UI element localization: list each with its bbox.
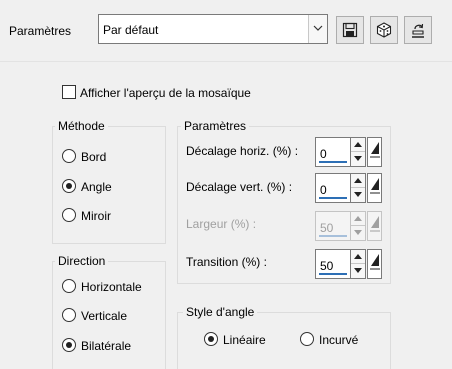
width-spinner: 50 <box>315 211 382 241</box>
decrement-icon[interactable] <box>351 188 365 202</box>
save-preset-button[interactable] <box>336 16 364 44</box>
stepper[interactable] <box>351 249 366 279</box>
reset-button[interactable] <box>404 16 432 44</box>
vertical-offset-spinner[interactable]: 0 <box>315 173 382 203</box>
chevron-down-icon[interactable] <box>308 15 327 43</box>
increment-icon[interactable] <box>351 174 365 188</box>
preset-toolbar: Paramètres Par défaut <box>0 0 452 62</box>
corner-style-group-title: Style d'angle <box>183 305 258 319</box>
direction-group-title: Direction <box>55 254 109 268</box>
value-bar <box>319 273 347 275</box>
radio-label: Incurvé <box>319 333 359 347</box>
vertical-offset-label: Décalage vert. (%) : <box>186 180 293 194</box>
width-value: 50 <box>320 221 334 235</box>
horizontal-offset-label: Décalage horiz. (%) : <box>186 144 299 158</box>
width-input: 50 <box>315 211 351 241</box>
value-bar <box>319 235 347 237</box>
transition-spinner[interactable]: 50 <box>315 249 382 279</box>
transition-input[interactable]: 50 <box>315 249 351 279</box>
preset-dropdown[interactable]: Par défaut <box>98 14 328 44</box>
horizontal-offset-input[interactable]: 0 <box>315 137 351 167</box>
slider-dropdown-icon[interactable] <box>367 173 382 203</box>
decrement-icon[interactable] <box>351 264 365 278</box>
slider-dropdown-icon[interactable] <box>367 137 382 167</box>
radio-bilaterale[interactable] <box>62 338 76 352</box>
method-group-title: Méthode <box>55 119 108 133</box>
horizontal-offset-value: 0 <box>320 147 327 161</box>
params-group-title: Paramètres <box>181 119 250 133</box>
preview-checkbox[interactable] <box>62 85 76 99</box>
horizontal-offset-spinner[interactable]: 0 <box>315 137 382 167</box>
radio-horizontale[interactable] <box>62 279 76 293</box>
transition-label: Transition (%) : <box>186 255 267 269</box>
radio-verticale[interactable] <box>62 308 76 322</box>
value-bar <box>319 161 347 163</box>
radio-label: Horizontale <box>81 280 142 294</box>
stepper <box>351 211 366 241</box>
radio-label: Bord <box>81 150 107 164</box>
preset-value: Par défaut <box>103 23 159 37</box>
radio-lineaire[interactable] <box>204 332 218 346</box>
preview-checkbox-label: Afficher l'aperçu de la mosaïque <box>80 86 251 100</box>
randomize-button[interactable] <box>370 16 398 44</box>
radio-label: Bilatérale <box>81 339 132 353</box>
decrement-icon <box>351 226 365 240</box>
slider-dropdown-icon <box>367 211 382 241</box>
width-label: Largeur (%) : <box>186 217 257 231</box>
preset-label: Paramètres <box>9 24 72 38</box>
vertical-offset-input[interactable]: 0 <box>315 173 351 203</box>
increment-icon <box>351 212 365 226</box>
radio-angle[interactable] <box>62 179 76 193</box>
radio-bord[interactable] <box>62 149 76 163</box>
slider-dropdown-icon[interactable] <box>367 249 382 279</box>
stepper[interactable] <box>351 137 366 167</box>
decrement-icon[interactable] <box>351 152 365 166</box>
radio-miroir[interactable] <box>62 208 76 222</box>
increment-icon[interactable] <box>351 138 365 152</box>
radio-label: Verticale <box>81 309 128 323</box>
radio-incurve[interactable] <box>300 332 314 346</box>
radio-label: Linéaire <box>223 333 266 347</box>
value-bar <box>319 197 347 199</box>
radio-label: Miroir <box>81 209 111 223</box>
stepper[interactable] <box>351 173 366 203</box>
increment-icon[interactable] <box>351 250 365 264</box>
radio-label: Angle <box>81 180 112 194</box>
vertical-offset-value: 0 <box>320 183 327 197</box>
transition-value: 50 <box>320 259 334 273</box>
